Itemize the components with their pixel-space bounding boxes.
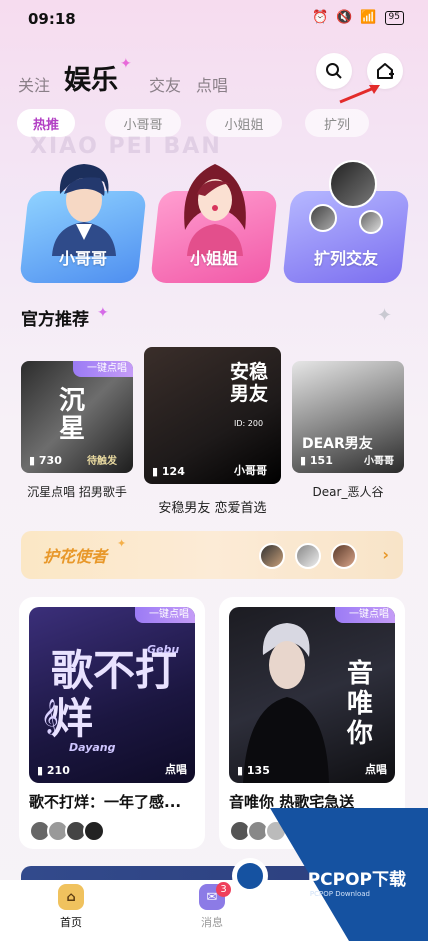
notification-badge: 3 (216, 882, 231, 897)
subtab-hot[interactable]: 热推 (17, 109, 75, 137)
status-icons: ⏰ 🔇 📶 95 (312, 10, 404, 25)
avatar (329, 160, 377, 208)
mute-icon: 🔇 (336, 10, 353, 25)
nav-home[interactable]: ⌂ 首页 (41, 884, 101, 930)
nav-label: 消息 (201, 916, 223, 929)
avatar (295, 543, 321, 569)
listener-count: ▮ 730 (29, 454, 62, 467)
guardian-banner[interactable]: 护花使者 ✦ › (21, 531, 403, 579)
girl-avatar-illustration-icon (184, 164, 246, 256)
cover-title: 音唯你 (347, 659, 374, 749)
status-time: 09:18 (28, 10, 76, 28)
category-expand-card[interactable]: 扩列交友 (282, 160, 410, 283)
nav-messages[interactable]: ✉ 3 消息 (182, 882, 242, 930)
music-note-icon: 𝄞 (41, 699, 59, 734)
subtab-boys[interactable]: 小哥哥 (105, 109, 181, 137)
sparkle-icon: ✦ (97, 305, 109, 321)
avatar (331, 543, 357, 569)
sparkle-icon: ✦ (117, 537, 127, 550)
alarm-icon: ⏰ (311, 10, 329, 25)
signal-icon: ▮ (237, 764, 247, 777)
site-watermark-text: PCPOP下载 (307, 870, 406, 890)
song-cover: 音唯你 一键点唱 ▮ 135 点唱 (229, 607, 395, 783)
song-room-card[interactable]: 歌不打烊 Gebu Dayang 𝄞 一键点唱 ▮ 210 点唱 歌不打烊：一年… (19, 597, 205, 849)
site-watermark-subtext: PCPOP Download (309, 890, 370, 898)
listener-count: ▮ 124 (152, 465, 185, 478)
room-card[interactable]: DEAR男友 ▮ 151 小哥哥 Dear_恶人谷 (292, 361, 404, 499)
section-title: 官方推荐 (21, 310, 89, 330)
song-room-title: 歌不打烊：一年了感... (29, 793, 182, 811)
cover-subtitle: Dayang (69, 741, 116, 754)
status-bar: 09:18 ⏰ 🔇 📶 95 (0, 0, 428, 38)
room-cover: 沉星 一键点唱 ▮ 730 待触发 (21, 361, 133, 473)
banner-title: 护花使者 (43, 547, 108, 566)
room-tag: 点唱 (365, 763, 387, 776)
room-tag: 待触发 (87, 456, 117, 467)
subtab-girls[interactable]: 小姐姐 (206, 109, 282, 137)
boy-avatar-illustration-icon (52, 164, 116, 256)
room-title: 沉星点唱 招男歌手 (27, 485, 127, 499)
listener-count: ▮ 135 (237, 764, 270, 777)
room-cover: DEAR男友 ▮ 151 小哥哥 (292, 361, 404, 473)
signal-icon: ▮ (152, 465, 162, 478)
wifi-icon: 📶 (360, 10, 377, 25)
room-tag: 小哥哥 (234, 464, 267, 477)
annotation-arrow-icon (339, 85, 380, 104)
subtab-expand[interactable]: 扩列 (305, 109, 369, 137)
song-cover: 歌不打烊 Gebu Dayang 𝄞 一键点唱 ▮ 210 点唱 (29, 607, 195, 783)
one-click-sing-badge: 一键点唱 (73, 361, 133, 377)
room-cover: 安稳男友 ID: 200 ▮ 124 小哥哥 (144, 347, 281, 484)
count-value: 210 (46, 764, 70, 777)
signal-icon: ▮ (37, 764, 47, 777)
category-label: 扩列交友 (313, 249, 378, 268)
battery-icon: 95 (384, 10, 404, 25)
tab-entertainment[interactable]: 娱乐 (64, 58, 118, 97)
home-icon: ⌂ (58, 884, 84, 910)
tab-sing[interactable]: 点唱 (196, 72, 228, 96)
count-value: 151 (309, 454, 333, 467)
category-girls-card[interactable]: 小姐姐 (150, 160, 278, 283)
cover-title: 沉星 (59, 386, 86, 444)
count-value: 730 (38, 454, 62, 467)
room-card[interactable]: 沉星 一键点唱 ▮ 730 待触发 沉星点唱 招男歌手 (21, 361, 133, 499)
one-click-sing-badge: 一键点唱 (335, 607, 395, 623)
cover-title: 安稳男友 (230, 361, 269, 405)
signal-icon: ▮ (300, 454, 310, 467)
tab-follow[interactable]: 关注 (18, 72, 50, 96)
background-watermark: XIAO PEI BAN (30, 134, 222, 159)
count-value: 124 (161, 465, 185, 478)
category-boys-card[interactable]: 小哥哥 (19, 160, 147, 283)
cover-title: DEAR男友 (302, 436, 373, 452)
one-click-sing-badge: 一键点唱 (135, 607, 195, 623)
avatar (83, 820, 105, 842)
count-value: 135 (246, 764, 270, 777)
tab-friends[interactable]: 交友 (149, 72, 181, 96)
cover-title: 歌不打烊 (51, 646, 178, 743)
listener-count: ▮ 151 (300, 454, 333, 467)
room-title: Dear_恶人谷 (312, 485, 384, 499)
cover-subtitle: Gebu (147, 643, 180, 656)
sparkle-icon: ✦ (377, 305, 393, 326)
signal-icon: ▮ (29, 454, 39, 467)
category-label: 小姐姐 (189, 249, 238, 268)
category-label: 小哥哥 (58, 249, 107, 268)
avatar (259, 543, 285, 569)
nav-label: 首页 (60, 916, 82, 929)
room-tag: 小哥哥 (364, 456, 394, 467)
search-icon (326, 63, 342, 79)
listener-count: ▮ 210 (37, 764, 70, 777)
chevron-right-icon: › (382, 545, 389, 564)
avatar (359, 210, 383, 234)
room-tag: 点唱 (165, 763, 187, 776)
site-logo-icon (232, 858, 268, 894)
room-card[interactable]: 安稳男友 ID: 200 ▮ 124 小哥哥 安稳男友 恋爱首选 (144, 347, 281, 516)
avatar (309, 204, 337, 232)
home-plus-icon (377, 63, 394, 79)
room-id: ID: 200 (234, 419, 264, 428)
sparkle-icon: ✦ (120, 56, 132, 72)
room-title: 安稳男友 恋爱首选 (158, 501, 267, 516)
singer-photo-icon (243, 623, 329, 783)
